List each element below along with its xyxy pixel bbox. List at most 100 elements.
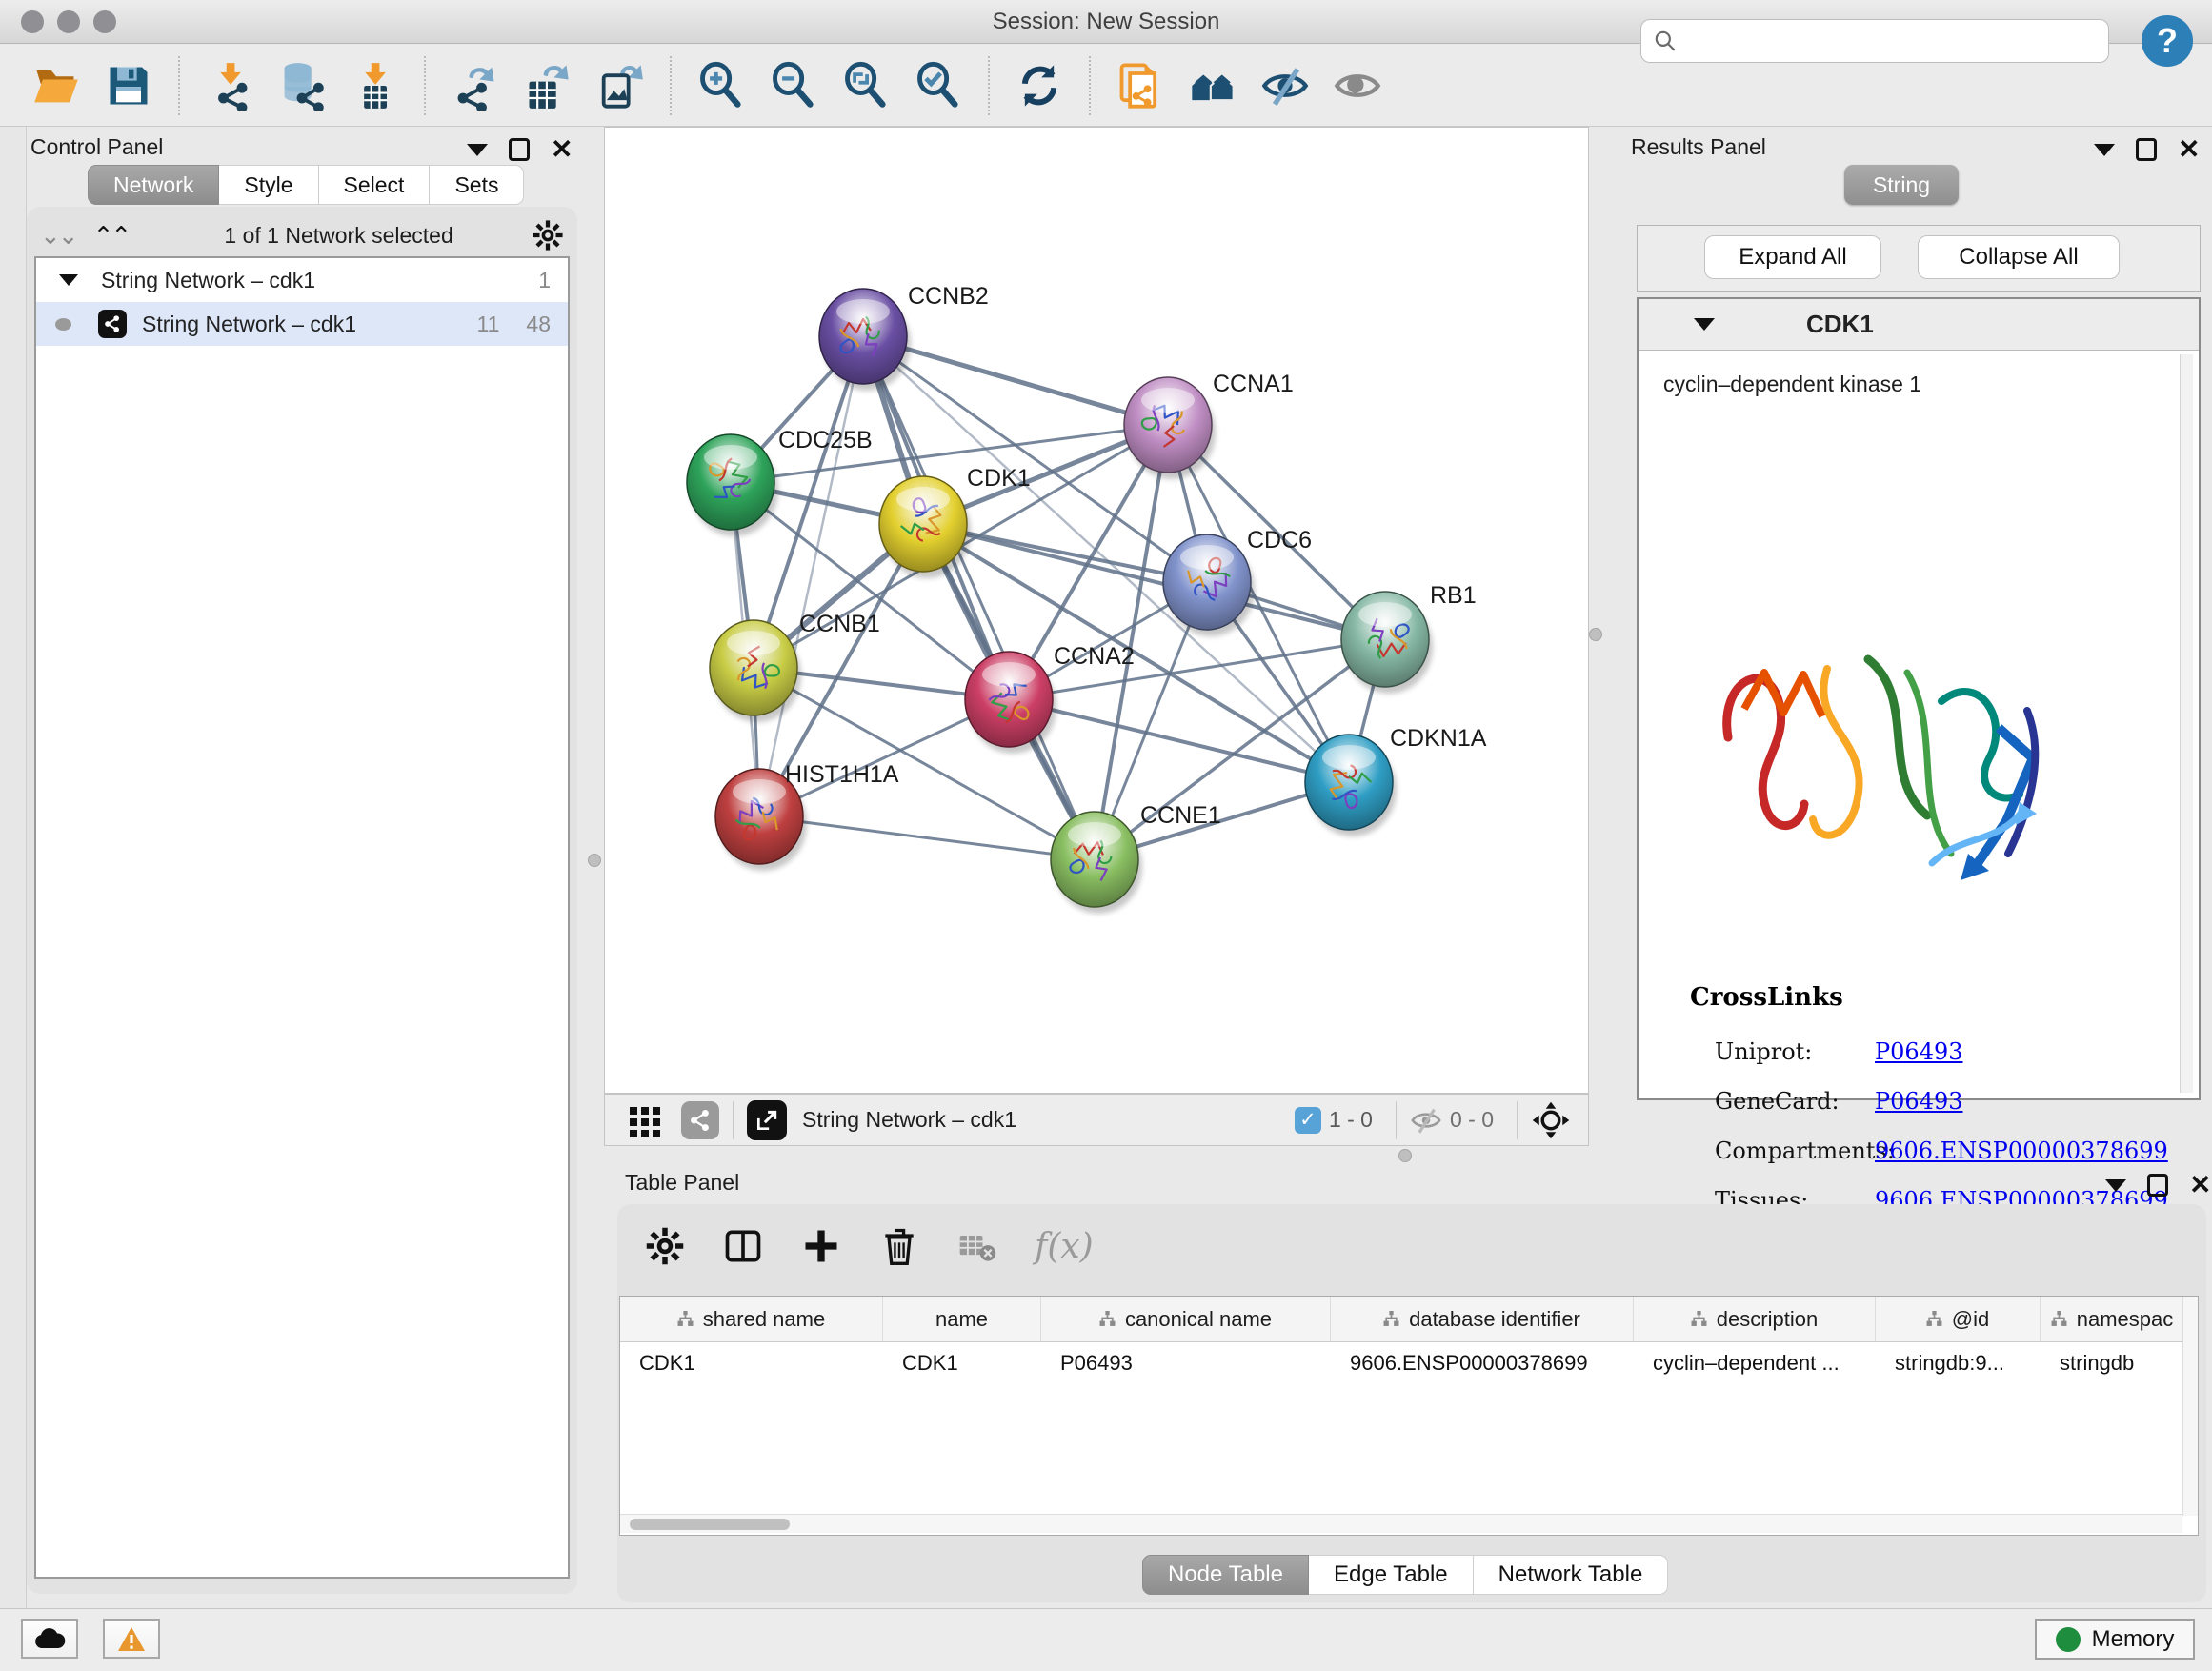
zoom-in-button[interactable]: [694, 58, 749, 113]
fit-selected-crosshair-icon[interactable]: [1531, 1100, 1571, 1140]
tab-network-table[interactable]: Network Table: [1474, 1555, 1669, 1595]
node-CDC25B[interactable]: [687, 434, 778, 536]
node-CDK1[interactable]: [879, 476, 971, 578]
results-panel: Results Panel ✕ String Expand All Collap…: [1610, 127, 2212, 1171]
column-header-id[interactable]: @id: [1876, 1297, 2041, 1341]
edge-CCNB2-HIST1H1A[interactable]: [759, 336, 863, 816]
collapse-all-networks-icon[interactable]: ⌄⌄: [40, 221, 76, 251]
import-network-button[interactable]: [202, 58, 257, 113]
help-button[interactable]: ?: [2142, 15, 2193, 67]
import-table-icon: [350, 61, 399, 111]
memory-status-button[interactable]: Memory: [2035, 1619, 2195, 1660]
left-splitter-handle[interactable]: [588, 854, 601, 867]
search-input[interactable]: [1685, 29, 2085, 53]
clone-network-button[interactable]: [1113, 58, 1168, 113]
import-table-button[interactable]: [347, 58, 402, 113]
node-CCNA2[interactable]: [965, 652, 1056, 754]
tab-node-table[interactable]: Node Table: [1142, 1555, 1309, 1595]
edge-CDK1-RB1[interactable]: [923, 524, 1385, 639]
network-view-canvas[interactable]: CCNB2CCNA1CDC25BCDK1CDC6RB1CCNB1CCNA2CDK…: [604, 127, 1589, 1094]
hide-selected-button[interactable]: [1257, 58, 1313, 113]
table-options-gear-icon[interactable]: [644, 1225, 686, 1267]
close-panel-icon[interactable]: ✕: [2189, 1174, 2211, 1197]
zoom-fit-button[interactable]: [838, 58, 894, 113]
open-in-new-window-icon[interactable]: [747, 1100, 787, 1140]
crosslink-row: GeneCard: P06493: [1715, 1077, 2172, 1126]
network-collection-row[interactable]: String Network – cdk1 1: [36, 258, 568, 302]
panel-menu-icon[interactable]: [467, 144, 488, 156]
warnings-button[interactable]: [103, 1619, 160, 1659]
results-scrollbar[interactable]: [2180, 354, 2193, 1093]
collection-expand-icon[interactable]: [59, 274, 78, 286]
zoom-selected-button[interactable]: [911, 58, 966, 113]
crosslink-link-genecard[interactable]: P06493: [1875, 1088, 1963, 1115]
column-header-namespac[interactable]: namespac: [2041, 1297, 2184, 1341]
selected-checkbox-icon[interactable]: ✓: [1295, 1107, 1321, 1134]
column-header-shared-name[interactable]: shared name: [620, 1297, 883, 1341]
panel-menu-icon[interactable]: [2094, 144, 2115, 156]
open-session-button[interactable]: [29, 58, 84, 113]
network-options-gear-icon[interactable]: [532, 219, 564, 252]
string-network-graph[interactable]: CCNB2CCNA1CDC25BCDK1CDC6RB1CCNB1CCNA2CDK…: [605, 128, 1588, 1093]
show-columns-icon[interactable]: [722, 1225, 764, 1267]
collapse-all-button[interactable]: Collapse All: [1918, 235, 2120, 279]
cloud-services-button[interactable]: [21, 1619, 78, 1659]
close-panel-icon[interactable]: ✕: [2178, 138, 2200, 161]
expand-all-networks-icon[interactable]: ⌃⌃: [93, 221, 130, 251]
column-header-name[interactable]: name: [883, 1297, 1041, 1341]
node-CDC6[interactable]: [1163, 534, 1255, 636]
column-header-database-identifier[interactable]: database identifier: [1331, 1297, 1634, 1341]
footer-separator: [733, 1101, 734, 1139]
scrollbar-thumb[interactable]: [630, 1519, 790, 1530]
network-grid-view-icon[interactable]: [628, 1103, 662, 1137]
export-network-button[interactable]: [448, 58, 503, 113]
node-CDKN1A[interactable]: [1305, 735, 1397, 836]
home-view-button[interactable]: [1185, 58, 1240, 113]
column-header-canonical-name[interactable]: canonical name: [1041, 1297, 1331, 1341]
table-row[interactable]: CDK1CDK1P064939606.ENSP00000378699cyclin…: [620, 1342, 2198, 1384]
crosslink-link-uniprot[interactable]: P06493: [1875, 1038, 1963, 1065]
zoom-out-button[interactable]: [766, 58, 821, 113]
network-row[interactable]: String Network – cdk1 11 48: [36, 302, 568, 346]
table-vertical-scrollbar[interactable]: [2182, 1297, 2198, 1516]
delete-table-icon[interactable]: [956, 1225, 998, 1267]
node-RB1[interactable]: [1341, 592, 1433, 694]
right-splitter-handle[interactable]: [1589, 628, 1602, 641]
cdk1-entry-header[interactable]: CDK1: [1639, 299, 2199, 351]
cdk1-entry-box: CDK1 cyclin–dependent kinase 1 CrossLink…: [1637, 297, 2201, 1100]
save-session-button[interactable]: [101, 58, 156, 113]
show-all-button[interactable]: [1330, 58, 1385, 113]
tab-string[interactable]: String: [1844, 165, 1959, 205]
function-builder-button[interactable]: f(x): [1035, 1227, 1094, 1266]
table-horizontal-scrollbar[interactable]: [620, 1514, 2182, 1533]
close-panel-icon[interactable]: ✕: [551, 138, 573, 161]
tab-network[interactable]: Network: [88, 165, 219, 205]
column-header-description[interactable]: description: [1634, 1297, 1876, 1341]
tab-style[interactable]: Style: [219, 165, 318, 205]
database-icon: [277, 61, 327, 111]
add-column-icon[interactable]: [800, 1225, 842, 1267]
protein-structure-image: [1692, 614, 2073, 937]
tab-edge-table[interactable]: Edge Table: [1309, 1555, 1474, 1595]
export-table-button[interactable]: [520, 58, 575, 113]
search-box[interactable]: [1640, 19, 2109, 63]
apply-layout-button[interactable]: [1012, 58, 1067, 113]
column-type-icon: [677, 1311, 694, 1327]
tab-select[interactable]: Select: [319, 165, 431, 205]
node-CCNB2[interactable]: [819, 289, 911, 391]
float-panel-icon[interactable]: [509, 138, 530, 161]
import-network-from-database-button[interactable]: [274, 58, 330, 113]
node-CCNE1[interactable]: [1051, 812, 1142, 914]
panel-menu-icon[interactable]: [2105, 1179, 2126, 1192]
entry-collapse-icon[interactable]: [1694, 318, 1715, 331]
delete-column-icon[interactable]: [878, 1225, 920, 1267]
edge-HIST1H1A-CCNE1[interactable]: [759, 816, 1095, 859]
export-image-button[interactable]: [593, 58, 648, 113]
float-panel-icon[interactable]: [2136, 138, 2157, 161]
node-CCNA1[interactable]: [1124, 377, 1216, 479]
float-panel-icon[interactable]: [2147, 1174, 2168, 1197]
expand-all-button[interactable]: Expand All: [1704, 235, 1881, 279]
hidden-eye-slash-icon[interactable]: [1410, 1106, 1442, 1135]
tab-sets[interactable]: Sets: [430, 165, 524, 205]
network-birdseye-toggle[interactable]: [681, 1101, 719, 1139]
